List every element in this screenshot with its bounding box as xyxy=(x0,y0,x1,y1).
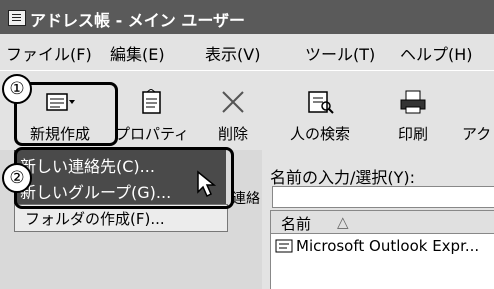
delete-button-label: 削除 xyxy=(217,125,248,143)
action-button[interactable]: アク xyxy=(454,85,494,143)
folder-tab-label: 連絡 xyxy=(232,191,260,207)
mouse-pointer-icon xyxy=(197,170,217,198)
find-people-button[interactable]: 人の検索 xyxy=(272,85,368,143)
printer-icon xyxy=(400,90,426,114)
callout-number-one: ① xyxy=(2,74,32,104)
address-book-window: アドレス帳 - メイン ユーザー ファイル(F) 編集(E) 表示(V) ツール… xyxy=(0,0,494,289)
menu-bar: ファイル(F) 編集(E) 表示(V) ツール(T) ヘルプ(H) xyxy=(0,34,494,66)
column-header-name-label: 名前 xyxy=(281,215,312,233)
delete-x-icon xyxy=(222,91,244,113)
search-label: 名前の入力/選択(Y): xyxy=(270,168,416,187)
menu-tools[interactable]: ツール(T) xyxy=(305,41,375,65)
contact-row[interactable]: Microsoft Outlook Expr... xyxy=(275,237,479,259)
contact-card-icon xyxy=(275,239,293,253)
find-people-icon xyxy=(308,91,334,114)
contact-list[interactable]: 名前 △ Microsoft Outlook Expr... xyxy=(270,210,494,289)
print-button[interactable]: 印刷 xyxy=(378,85,448,143)
action-button-label: アク xyxy=(462,125,492,143)
properties-button-label: プロパティ xyxy=(114,125,190,143)
delete-button[interactable]: 削除 xyxy=(198,85,268,143)
print-button-label: 印刷 xyxy=(397,125,428,143)
callout-number-two: ② xyxy=(2,163,32,193)
contact-row-label: Microsoft Outlook Expr... xyxy=(296,237,480,255)
properties-icon xyxy=(142,89,161,114)
name-search-input[interactable] xyxy=(272,186,494,208)
menu-view[interactable]: 表示(V) xyxy=(205,41,260,65)
properties-button[interactable]: プロパティ xyxy=(110,85,194,143)
menu-item-new-folder[interactable]: フォルダの作成(F)... xyxy=(25,208,165,229)
window-title: アドレス帳 - メイン ユーザー xyxy=(30,11,246,30)
menu-help[interactable]: ヘルプ(H) xyxy=(400,41,473,65)
column-header-name[interactable]: 名前 △ xyxy=(271,211,494,234)
title-bar: アドレス帳 - メイン ユーザー xyxy=(0,0,494,34)
menu-file[interactable]: ファイル(F) xyxy=(6,41,92,65)
menu-edit[interactable]: 編集(E) xyxy=(110,41,165,65)
address-book-icon xyxy=(8,10,26,26)
find-people-button-label: 人の検索 xyxy=(289,125,350,143)
sort-indicator-icon: △ xyxy=(337,213,349,231)
